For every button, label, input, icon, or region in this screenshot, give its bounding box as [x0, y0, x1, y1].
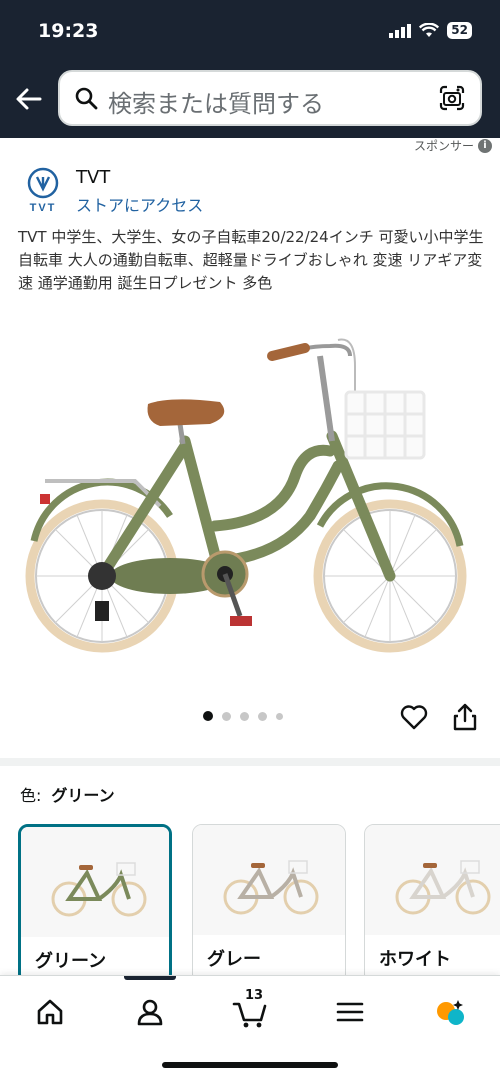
rufus-assistant-icon[interactable]: [430, 992, 470, 1032]
bike-thumbnail-gray: [223, 860, 319, 915]
status-time: 19:23: [38, 20, 99, 42]
color-option-gray[interactable]: グレー: [192, 824, 346, 984]
info-icon[interactable]: i: [478, 138, 492, 153]
pager-dot[interactable]: [222, 711, 231, 721]
nav-active-indicator: [124, 976, 176, 980]
color-label: 色:: [20, 786, 42, 805]
menu-icon[interactable]: [330, 992, 370, 1032]
sponsored-label[interactable]: スポンサー i: [414, 137, 492, 154]
section-divider: [0, 758, 500, 766]
color-option-name: グリーン: [35, 951, 107, 972]
sponsored-text: スポンサー: [413, 139, 474, 153]
brand-logo-text: TVT: [30, 202, 57, 214]
color-option-green[interactable]: グリーン: [18, 824, 172, 984]
brand-logo[interactable]: TVT: [22, 166, 64, 214]
color-option-image: [21, 827, 169, 937]
account-icon[interactable]: [130, 992, 170, 1032]
color-option-name: ホワイト: [379, 949, 451, 970]
selected-color-value: グリーン: [51, 786, 115, 805]
home-icon[interactable]: [30, 992, 70, 1032]
wifi-icon: [419, 23, 440, 37]
camera-icon[interactable]: [438, 84, 466, 112]
signal-icon: [389, 23, 412, 38]
color-option-image: [365, 825, 500, 935]
bike-thumbnail-white: [395, 860, 491, 915]
back-arrow-icon[interactable]: [14, 84, 44, 114]
product-image[interactable]: [20, 326, 480, 666]
product-title: TVT 中学生、大学生、女の子自転車20/22/24インチ 可愛い小中学生自転車…: [18, 228, 484, 292]
color-option-name: グレー: [207, 949, 261, 970]
bike-thumbnail-green: [51, 862, 147, 917]
cart-button[interactable]: 13: [230, 988, 270, 1032]
store-link[interactable]: ストアにアクセス: [76, 192, 203, 216]
cart-count: 13: [245, 988, 264, 1003]
search-bar[interactable]: 検索または質問する: [58, 70, 482, 126]
pager-dot[interactable]: [276, 712, 283, 720]
home-indicator: [162, 1062, 338, 1068]
color-selection-label: 色: グリーン: [20, 782, 115, 806]
pager-dot[interactable]: [258, 711, 267, 721]
color-option-white[interactable]: ホワイト: [364, 824, 500, 984]
brand-name: TVT: [76, 167, 111, 188]
battery-indicator: 52: [447, 22, 472, 39]
header-bar: 19:23 52 検索または質問する: [0, 0, 500, 138]
status-icons: 52: [389, 22, 472, 39]
image-pager[interactable]: [203, 711, 283, 721]
pager-dot[interactable]: [240, 711, 249, 721]
search-input[interactable]: 検索または質問する: [108, 84, 324, 119]
search-icon: [75, 87, 98, 110]
color-option-image: [193, 825, 345, 935]
share-icon[interactable]: [452, 702, 478, 732]
pager-dot[interactable]: [203, 711, 213, 721]
heart-icon[interactable]: [400, 704, 428, 730]
